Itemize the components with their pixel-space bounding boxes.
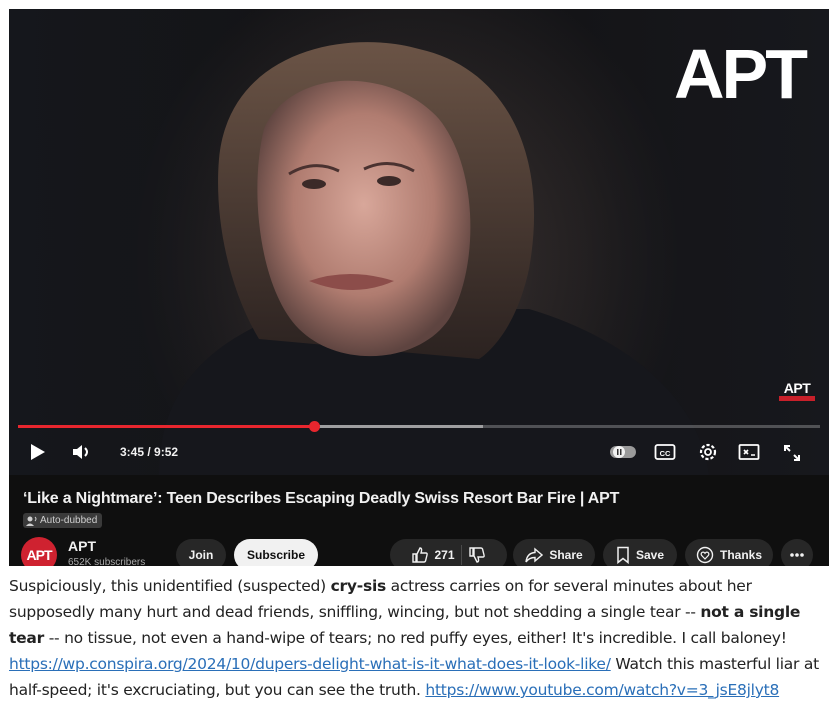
save-label: Save <box>635 548 665 562</box>
youtube-player-screenshot: APT APT 3:45 / 9:52 CC ‘Like a Nightmare… <box>9 9 829 566</box>
gear-icon <box>699 443 717 461</box>
caption-bold: cry-sis <box>330 577 387 595</box>
caption-bold: not a single <box>700 603 801 621</box>
progress-played <box>18 425 315 428</box>
captions-icon: CC <box>654 444 676 460</box>
auto-dubbed-badge: Auto-dubbed <box>23 513 103 528</box>
apt-corner-logo: APT <box>779 381 815 401</box>
subscribe-button[interactable]: Subscribe <box>234 539 318 566</box>
caption-text: supposedly many hurt and dead friends, s… <box>9 603 701 621</box>
caption-text: Watch this masterful liar at <box>610 655 819 673</box>
dubbed-icon <box>26 516 37 526</box>
time-display: 3:45 / 9:52 <box>120 445 179 459</box>
progress-bar[interactable] <box>18 421 820 432</box>
caption-bold: tear <box>9 629 45 647</box>
caption-text: actress carries on for several minutes a… <box>385 577 752 595</box>
volume-button[interactable] <box>71 439 93 465</box>
fullscreen-icon <box>784 445 800 461</box>
caption-text: half-speed; it's excruciating, but you c… <box>9 681 426 699</box>
like-divider <box>460 545 462 565</box>
conspira-link[interactable]: https://wp.conspira.org/2024/10/dupers-d… <box>9 655 611 673</box>
more-actions-button[interactable] <box>781 539 813 566</box>
channel-avatar[interactable]: APT <box>21 537 57 566</box>
autoplay-toggle[interactable] <box>609 444 637 470</box>
play-button[interactable] <box>28 439 48 465</box>
caption-text: Suspiciously, this unidentified (suspect… <box>9 577 331 595</box>
miniplayer-button[interactable] <box>738 443 760 469</box>
caption-line-2: supposedly many hurt and dead friends, s… <box>9 599 834 625</box>
video-frame[interactable]: APT APT 3:45 / 9:52 CC <box>9 9 829 475</box>
join-button[interactable]: Join <box>176 539 226 566</box>
autoplay-toggle-icon <box>610 446 636 458</box>
like-button[interactable]: 271 <box>411 546 455 564</box>
svg-text:CC: CC <box>660 449 671 458</box>
caption-line-1: Suspiciously, this unidentified (suspect… <box>9 573 834 599</box>
more-icon <box>790 553 804 557</box>
save-button[interactable]: Save <box>603 539 677 566</box>
thumbs-up-icon <box>412 547 429 563</box>
caption-line-4: https://wp.conspira.org/2024/10/dupers-d… <box>9 651 834 677</box>
play-icon <box>31 444 45 460</box>
fullscreen-button[interactable] <box>782 443 802 469</box>
apt-corner-logo-bar <box>779 396 815 401</box>
video-title: ‘Like a Nightmare’: Teen Describes Escap… <box>23 490 620 507</box>
thanks-label: Thanks <box>719 548 762 562</box>
volume-icon <box>73 445 88 459</box>
post-caption: Suspiciously, this unidentified (suspect… <box>9 573 834 703</box>
channel-name[interactable]: APT <box>68 538 96 554</box>
apt-watermark-logo: APT <box>674 35 808 113</box>
like-dislike-group: 271 <box>390 539 507 566</box>
share-label: Share <box>549 548 583 562</box>
caption-line-3: tear -- no tissue, not even a hand-wipe … <box>9 625 834 651</box>
settings-button[interactable] <box>697 441 719 467</box>
share-button[interactable]: Share <box>513 539 595 566</box>
thanks-button[interactable]: Thanks <box>685 539 773 566</box>
bookmark-icon <box>617 546 629 564</box>
apt-corner-logo-text: APT <box>783 380 811 396</box>
caption-line-5: half-speed; it's excruciating, but you c… <box>9 677 834 703</box>
caption-text: -- no tissue, not even a hand-wipe of te… <box>44 629 787 647</box>
captions-button[interactable]: CC <box>654 443 676 469</box>
thumbs-down-icon <box>468 547 485 563</box>
miniplayer-icon <box>738 444 760 460</box>
subscriber-count: 652K subscribers <box>68 557 146 566</box>
share-icon <box>525 547 544 563</box>
dislike-button[interactable] <box>468 546 486 564</box>
youtube-link[interactable]: https://www.youtube.com/watch?v=3_jsE8jl… <box>425 681 779 699</box>
auto-dubbed-label: Auto-dubbed <box>40 515 98 526</box>
thanks-heart-icon <box>696 546 714 564</box>
like-count: 271 <box>434 548 455 562</box>
